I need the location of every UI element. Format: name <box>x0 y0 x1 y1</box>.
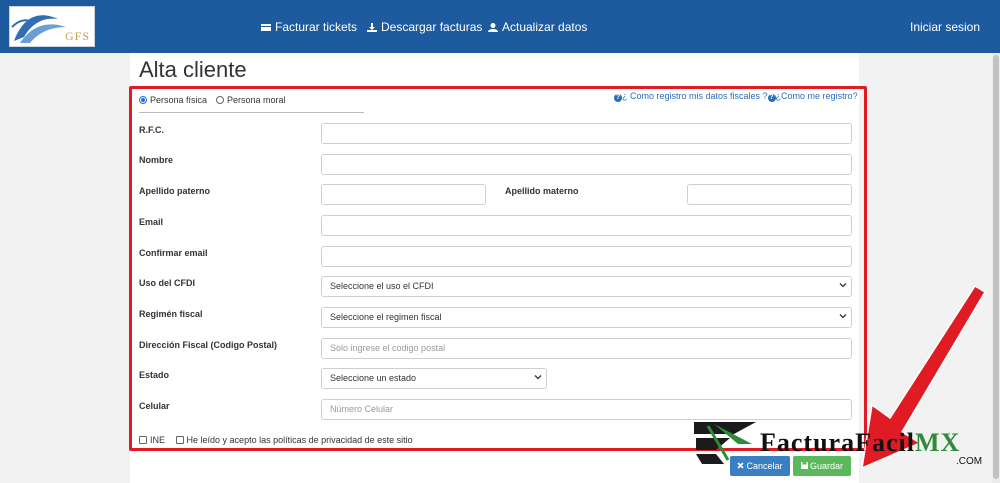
radio-unchecked-icon <box>216 96 224 104</box>
help-links: ? ¿ Como registro mis datos fiscales ?? ¿C… <box>614 91 858 102</box>
direccion-fiscal-label: Dirección Fiscal (Codigo Postal) <box>139 340 278 350</box>
radio-persona-fisica-label: Persona física <box>150 95 208 105</box>
uso-cfdi-label: Uso del CFDI <box>139 278 196 288</box>
nombre-label: Nombre <box>139 155 174 165</box>
radio-persona-moral-label: Persona moral <box>227 95 286 105</box>
nav-facturar-tickets[interactable]: Facturar tickets <box>261 20 357 34</box>
rfc-label: R.F.C. <box>139 125 165 135</box>
regimen-fiscal-label: Regimén fiscal <box>139 309 203 319</box>
nombre-input[interactable] <box>321 154 852 175</box>
question-circle-icon: ? <box>767 94 776 102</box>
chevron-down-icon <box>839 283 847 288</box>
email-label: Email <box>139 217 164 227</box>
ticket-icon <box>261 24 271 31</box>
celular-input[interactable]: Número Celular <box>321 399 852 420</box>
nav-descargar-facturas-label: Descargar facturas <box>381 20 483 34</box>
facturafacilmx-watermark: FacturaFacilMX .COM <box>694 420 994 472</box>
chevron-down-icon <box>839 314 847 319</box>
apellido-paterno-input[interactable] <box>321 184 486 205</box>
help-registro-datos-link[interactable]: ¿ Como registro mis datos fiscales ? <box>622 91 768 101</box>
radio-checked-icon <box>139 96 147 104</box>
scrollbar-thumb[interactable] <box>993 55 999 479</box>
regimen-fiscal-selected: Seleccione el regimen fiscal <box>330 312 442 322</box>
site-logo[interactable]: GFS <box>9 6 95 47</box>
direccion-fiscal-input[interactable]: Solo ingrese el codigo postal <box>321 338 852 359</box>
radio-persona-fisica[interactable]: Persona física <box>139 95 207 105</box>
nav-iniciar-sesion[interactable]: Iniciar sesion <box>910 20 980 34</box>
top-navbar: GFS Facturar tickets Descargar facturas … <box>0 0 1000 53</box>
nav-facturar-tickets-label: Facturar tickets <box>275 20 358 34</box>
radio-persona-moral[interactable]: Persona moral <box>216 95 286 105</box>
nav-actualizar-datos[interactable]: Actualizar datos <box>488 20 587 34</box>
estado-label: Estado <box>139 370 170 380</box>
divider <box>139 112 364 113</box>
user-icon <box>488 23 498 32</box>
apellido-materno-input[interactable] <box>687 184 852 205</box>
uso-cfdi-select[interactable]: Seleccione el uso el CFDI <box>321 276 852 297</box>
uso-cfdi-selected: Seleccione el uso el CFDI <box>330 281 434 291</box>
page-scrollbar[interactable] <box>992 53 1000 483</box>
page-title: Alta cliente <box>139 57 247 82</box>
nav-actualizar-datos-label: Actualizar datos <box>502 20 588 34</box>
privacy-checkbox[interactable]: He leído y acepto las políticas de priva… <box>175 435 413 445</box>
download-icon <box>367 23 377 32</box>
apellido-paterno-label: Apellido paterno <box>139 186 211 196</box>
apellido-materno-label: Apellido materno <box>505 186 579 196</box>
chevron-down-icon <box>534 375 542 380</box>
confirmar-email-input[interactable] <box>321 246 852 267</box>
ine-checkbox-label: INE <box>150 435 166 445</box>
regimen-fiscal-select[interactable]: Seleccione el regimen fiscal <box>321 307 852 328</box>
question-circle-icon: ? <box>614 94 622 102</box>
watermark-brand-main: FacturaFacil <box>760 428 915 457</box>
nav-descargar-facturas[interactable]: Descargar facturas <box>367 20 482 34</box>
help-como-registro-link[interactable]: ¿Como me registro? <box>776 91 858 101</box>
form-checkboxes: INE He leído y acepto las políticas de p… <box>139 435 413 445</box>
ine-checkbox[interactable]: INE <box>139 435 165 445</box>
watermark-logo-icon <box>694 422 756 464</box>
checkbox-icon <box>139 436 147 444</box>
logo-text: GFS <box>64 29 90 43</box>
confirmar-email-label: Confirmar email <box>139 248 208 258</box>
estado-select[interactable]: Seleccione un estado <box>321 368 547 389</box>
checkbox-icon <box>175 436 184 444</box>
watermark-brand-mx: MX <box>914 428 961 457</box>
watermark-domain: .COM <box>956 456 983 467</box>
privacy-checkbox-label: He leído y acepto las políticas de priva… <box>186 435 413 445</box>
email-input[interactable] <box>321 215 852 236</box>
rfc-input[interactable] <box>321 123 852 144</box>
watermark-brand: FacturaFacilMX <box>760 428 960 458</box>
celular-label: Celular <box>139 401 170 411</box>
estado-selected: Seleccione un estado <box>330 373 417 383</box>
